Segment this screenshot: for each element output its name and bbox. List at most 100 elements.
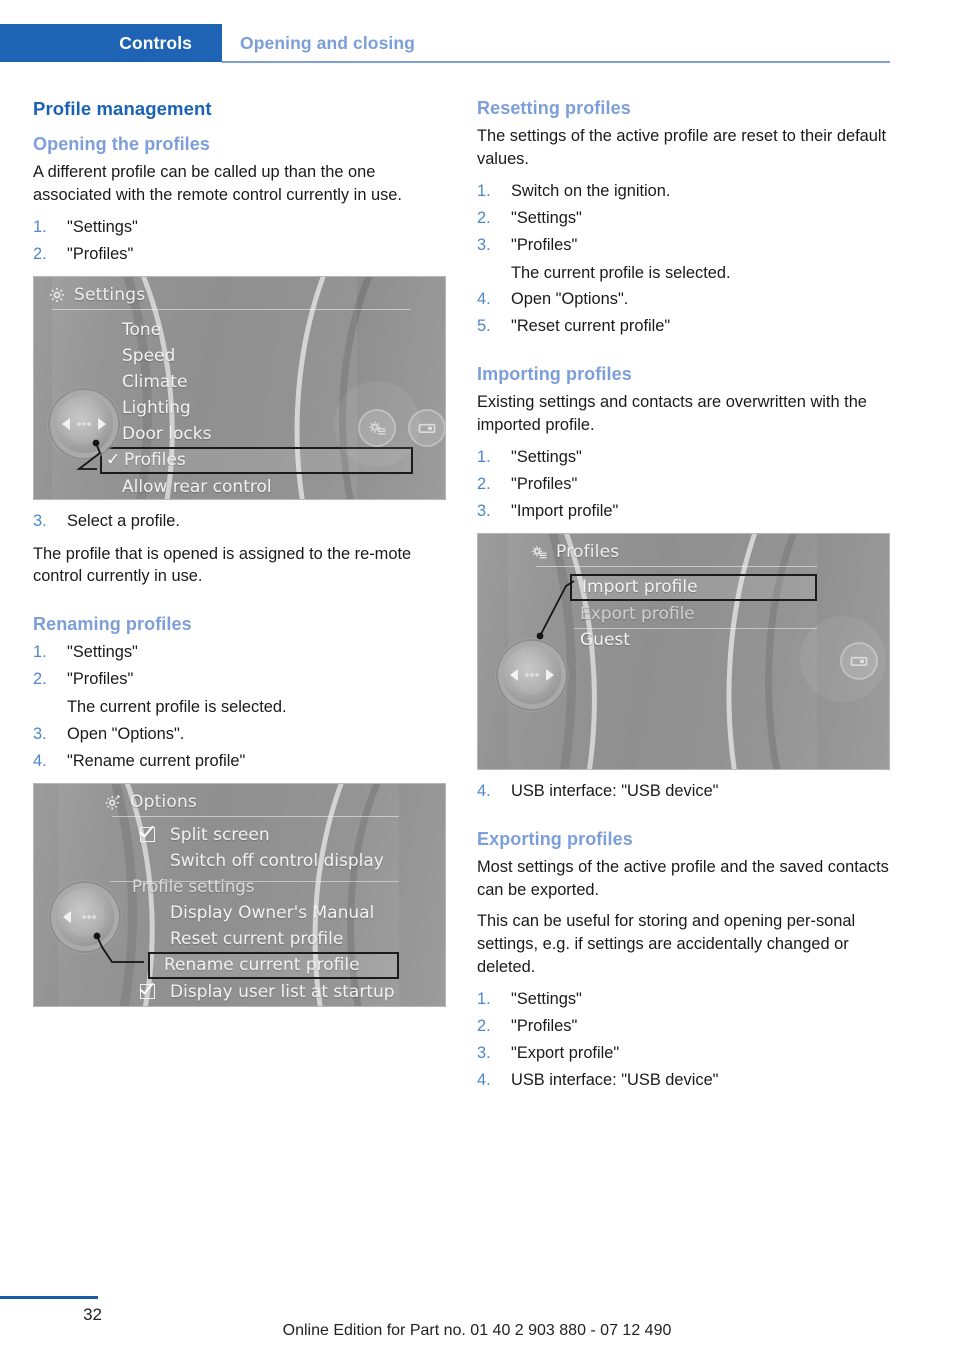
menu-item-split-screen[interactable]: Split screen bbox=[140, 822, 399, 848]
menu-item-label: Import profile bbox=[582, 576, 698, 597]
knob-dots-icon bbox=[82, 913, 96, 920]
menu-item-label: Profiles bbox=[124, 449, 186, 470]
step-text: Switch on the ignition. bbox=[511, 181, 671, 200]
edition-note: Online Edition for Part no. 01 40 2 903 … bbox=[282, 1322, 672, 1339]
step-number: 4. bbox=[477, 781, 491, 800]
heading-renaming-profiles: Renaming profiles bbox=[33, 614, 192, 635]
display-shortcut-icon[interactable] bbox=[408, 408, 445, 447]
display-shortcut-icon[interactable] bbox=[840, 641, 878, 680]
list-item: 1. "Settings" bbox=[477, 988, 890, 1011]
importing-steps-list: 1. "Settings" 2. "Profiles" 3. "Import p… bbox=[477, 446, 890, 523]
menu-item-tone[interactable]: Tone bbox=[114, 317, 413, 343]
step-text: "Profiles" bbox=[67, 244, 134, 263]
list-item: 2. "Profiles" bbox=[477, 473, 890, 496]
list-item: 2. "Profiles" bbox=[33, 243, 446, 266]
step-text: "Settings" bbox=[511, 989, 582, 1008]
arrow-left-icon bbox=[510, 668, 518, 681]
menu-item-export-profile[interactable]: Export profile bbox=[576, 601, 817, 627]
opening-step3-list: 3. Select a profile. bbox=[33, 510, 446, 533]
step-number: 1. bbox=[33, 217, 47, 236]
screen-icon bbox=[850, 656, 868, 666]
menu-item-label: Split screen bbox=[170, 824, 270, 845]
step-text: "Profiles" bbox=[511, 474, 578, 493]
step-note: The current profile is selected. bbox=[67, 698, 287, 717]
idrive-controller-knob[interactable] bbox=[55, 394, 113, 453]
right-column: Resetting profiles The settings of the a… bbox=[477, 98, 890, 1102]
screen-title: Options bbox=[130, 791, 197, 812]
knob-dots-icon bbox=[525, 671, 539, 678]
footer-divider bbox=[0, 1296, 98, 1299]
step-text: Open "Options". bbox=[511, 290, 629, 309]
chapter-tab: Controls bbox=[0, 24, 222, 62]
settings-shortcut-icon[interactable] bbox=[358, 408, 396, 447]
step-number: 4. bbox=[33, 751, 47, 770]
screen-title-divider bbox=[536, 565, 817, 567]
menu-item-label: Rename current profile bbox=[164, 954, 360, 975]
menu-item-display-owners-manual[interactable]: Display Owner's Manual bbox=[162, 900, 399, 926]
menu-item-reset-current-profile[interactable]: Reset current profile bbox=[162, 926, 399, 952]
menu-item-import-profile[interactable]: Import profile bbox=[570, 573, 817, 601]
gear-lines-icon bbox=[532, 546, 547, 559]
menu-item-allow-rear-control[interactable]: Allow rear control bbox=[114, 474, 413, 499]
list-item: 1. "Settings" bbox=[477, 446, 890, 469]
exporting-intro-text-1: Most settings of the active profile and … bbox=[477, 857, 889, 899]
heading-opening-the-profiles: Opening the profiles bbox=[33, 134, 211, 154]
gear-plus-icon bbox=[105, 795, 120, 810]
idrive-controller-knob[interactable] bbox=[503, 645, 561, 704]
step-text: "Profiles" bbox=[67, 670, 134, 689]
menu-item-display-user-list-at-startup[interactable]: Display user list at startup bbox=[140, 979, 399, 1005]
list-item: 3. Open "Options". bbox=[33, 723, 446, 746]
list-item: 3. "Profiles" The current profile is sel… bbox=[477, 234, 890, 285]
idrive-controller-knob[interactable] bbox=[56, 887, 114, 946]
screen-title: Profiles bbox=[556, 541, 620, 562]
list-item: 4. USB interface: "USB device" bbox=[477, 780, 890, 803]
list-item: 3. Select a profile. bbox=[33, 510, 446, 533]
step-text: "Settings" bbox=[67, 217, 138, 236]
screenshot-profiles-menu: Profiles Import profile Export profile G… bbox=[477, 532, 890, 770]
resetting-steps-list: 1. Switch on the ignition. 2. "Settings"… bbox=[477, 180, 890, 339]
screenshot-options-menu: Options Split screen Switch off control … bbox=[33, 782, 446, 1007]
importing-step4-list: 4. USB interface: "USB device" bbox=[477, 780, 890, 803]
options-menu-list: Split screen Switch off control display … bbox=[110, 822, 399, 1005]
menu-item-rename-current-profile[interactable]: Rename current profile bbox=[148, 951, 399, 979]
step-text: USB interface: "USB device" bbox=[511, 781, 719, 800]
heading-exporting-profiles: Exporting profiles bbox=[477, 828, 633, 849]
step-number: 2. bbox=[477, 1016, 491, 1035]
step-text: "Settings" bbox=[511, 208, 582, 227]
menu-group-profile-settings: Profile settings bbox=[132, 876, 255, 896]
step-number: 2. bbox=[33, 670, 47, 689]
step-text: USB interface: "USB device" bbox=[511, 1070, 719, 1089]
step-number: 5. bbox=[477, 317, 491, 336]
menu-item-label: Display user list at startup bbox=[170, 981, 395, 1002]
step-text: "Settings" bbox=[511, 448, 582, 466]
exporting-intro-text-2: This can be useful for storing and openi… bbox=[477, 912, 856, 977]
screen-title-divider bbox=[52, 308, 411, 310]
screen-title: Settings bbox=[74, 284, 146, 305]
resetting-intro-text: The settings of the active profile are r… bbox=[477, 127, 887, 168]
step-text: "Rename current profile" bbox=[67, 751, 246, 770]
checkbox-checked-icon bbox=[140, 826, 155, 842]
menu-item-speed[interactable]: Speed bbox=[114, 343, 413, 369]
menu-item-switch-off-control-display[interactable]: Switch off control display bbox=[162, 848, 399, 874]
importing-intro-text: Existing settings and contacts are overw… bbox=[477, 393, 867, 435]
arrow-right-icon bbox=[98, 417, 106, 430]
step-number: 3. bbox=[477, 1043, 491, 1062]
step-text: "Settings" bbox=[67, 643, 138, 662]
heading-importing-profiles: Importing profiles bbox=[477, 364, 632, 385]
gear-icon bbox=[49, 287, 65, 302]
arrow-right-icon bbox=[546, 668, 554, 681]
screen-icon bbox=[418, 423, 436, 433]
step-number: 3. bbox=[477, 235, 491, 254]
opening-steps-list: 1. "Settings" 2. "Profiles" bbox=[33, 216, 446, 266]
step-number: 3. bbox=[477, 501, 491, 520]
list-item: 1. Switch on the ignition. bbox=[477, 180, 890, 203]
list-item: 3. "Import profile" bbox=[477, 500, 890, 523]
step-text: "Profiles" bbox=[511, 1016, 578, 1035]
arrow-left-icon bbox=[62, 417, 70, 430]
opening-intro-text: A different profile can be called up tha… bbox=[33, 163, 402, 204]
menu-item-guest[interactable]: Guest bbox=[576, 627, 817, 653]
list-item: 2. "Settings" bbox=[477, 207, 890, 230]
step-text: Open "Options". bbox=[67, 725, 185, 743]
list-item: 4. "Rename current profile" bbox=[33, 750, 446, 773]
page-title: Profile management bbox=[33, 98, 212, 119]
